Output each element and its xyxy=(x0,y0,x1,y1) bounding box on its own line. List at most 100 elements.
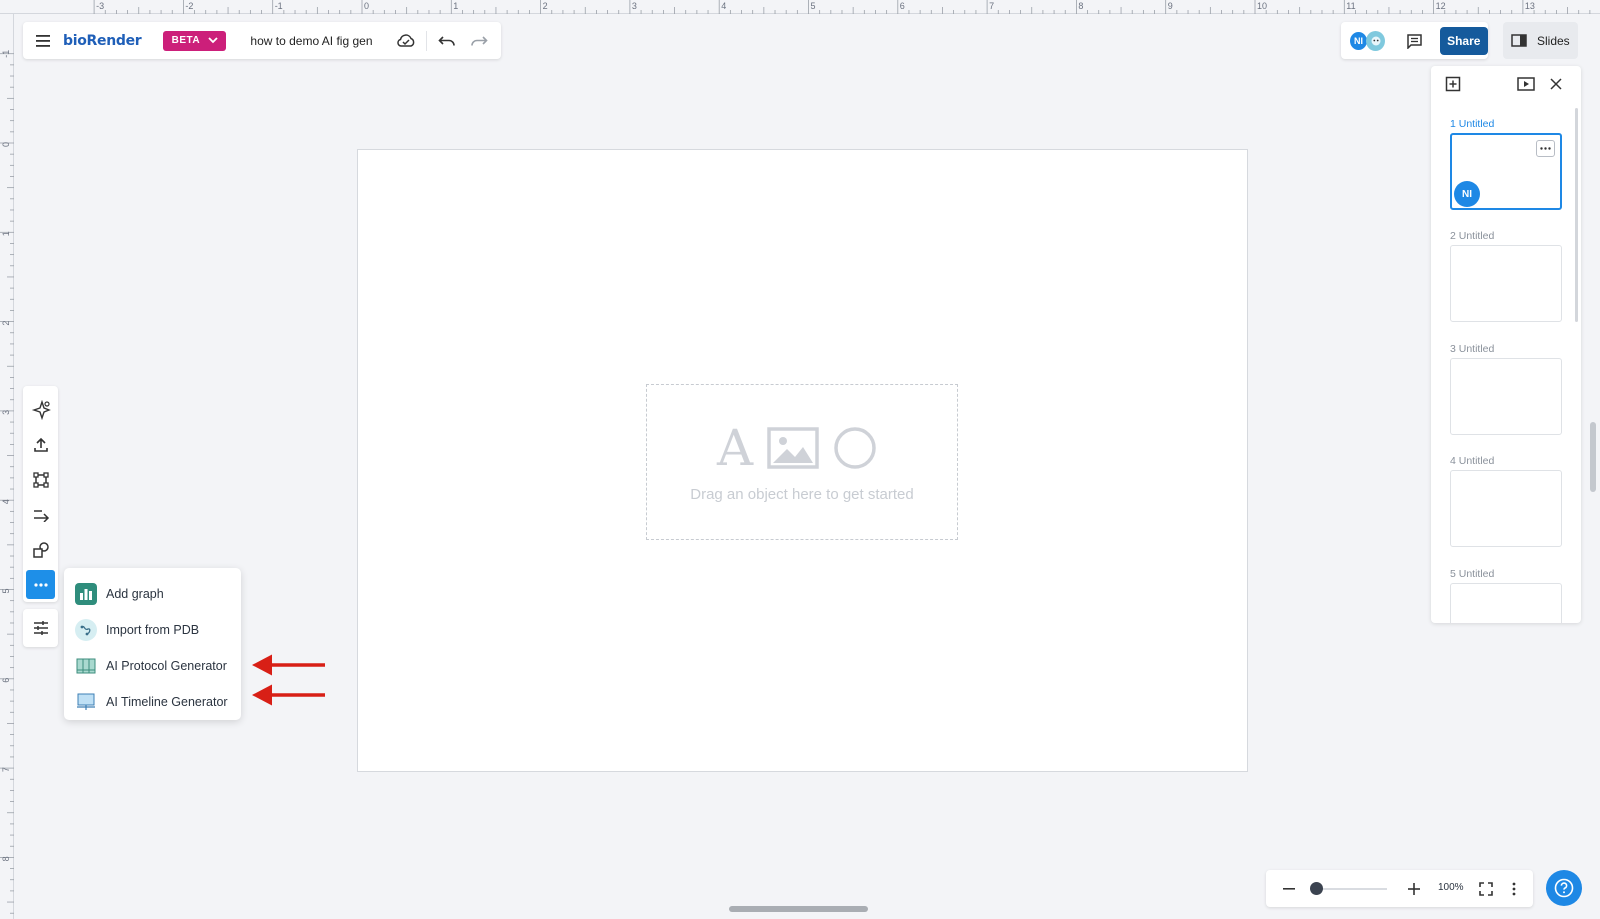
slide-thumbnail[interactable] xyxy=(1450,470,1562,547)
ruler-label: 5 xyxy=(811,1,816,11)
biorender-logo[interactable]: bioRender xyxy=(63,33,142,49)
slide-thumbnail[interactable] xyxy=(1450,358,1562,435)
slide-canvas[interactable]: A Drag an object here to get started xyxy=(357,149,1248,772)
undo-icon[interactable] xyxy=(431,22,463,59)
bar-chart-icon xyxy=(75,583,97,605)
close-icon[interactable] xyxy=(1547,75,1565,93)
ruler-label: 0 xyxy=(1,142,11,147)
slides-toggle-label: Slides xyxy=(1537,33,1570,48)
molecule-icon xyxy=(75,619,97,641)
drop-zone[interactable]: A Drag an object here to get started xyxy=(646,384,958,540)
annotation-arrow-icon xyxy=(252,684,325,706)
collaborator-avatar-icon[interactable] xyxy=(1366,30,1386,51)
ruler-label: 8 xyxy=(1,856,11,861)
slide-item-1[interactable]: 1 Untitled NI xyxy=(1450,118,1562,210)
present-icon[interactable] xyxy=(1517,75,1535,93)
ruler-label: 4 xyxy=(721,1,726,11)
settings-sliders-icon[interactable] xyxy=(23,609,58,647)
ruler-label: 12 xyxy=(1436,1,1446,11)
slide-item-3[interactable]: 3 Untitled xyxy=(1450,343,1562,435)
slides-scrollbar[interactable] xyxy=(1575,108,1578,322)
comments-icon[interactable] xyxy=(1399,22,1429,59)
menu-item-label: Add graph xyxy=(106,587,164,601)
beta-badge[interactable]: BETA xyxy=(163,30,227,51)
menu-item-label: Import from PDB xyxy=(106,623,200,637)
slide-label: 2 Untitled xyxy=(1450,230,1495,242)
slides-panel: 1 Untitled NI 2 Untitled 3 Untitled 4 Un… xyxy=(1431,66,1581,623)
ruler-label: 11 xyxy=(1346,1,1355,11)
ruler-label: 2 xyxy=(543,1,548,11)
drop-zone-icons: A xyxy=(717,423,877,473)
slide-editor-avatar: NI xyxy=(1454,181,1480,207)
slide-label: 4 Untitled xyxy=(1450,455,1495,467)
menu-item-label: AI Timeline Generator xyxy=(106,695,228,709)
collaboration-toolbar: NI Share xyxy=(1341,22,1488,59)
ruler-label: 3 xyxy=(1,410,11,415)
upload-icon[interactable] xyxy=(26,430,55,459)
ruler-label: -1 xyxy=(1,50,11,58)
slide-label: 1 Untitled xyxy=(1450,118,1495,130)
slide-thumbnail[interactable]: NI xyxy=(1450,133,1562,210)
protocol-table-icon xyxy=(75,655,97,677)
add-slide-icon[interactable] xyxy=(1444,75,1462,93)
slide-label: 5 Untitled xyxy=(1450,568,1495,580)
ruler-label: -2 xyxy=(185,1,193,11)
ruler-label: 8 xyxy=(1078,1,1083,11)
ruler-label: 4 xyxy=(1,499,11,504)
slide-item-5[interactable]: 5 Untitled xyxy=(1450,568,1562,623)
ruler-label: 1 xyxy=(1,231,11,236)
shapes-icon[interactable] xyxy=(26,535,55,564)
drop-zone-text: Drag an object here to get started xyxy=(690,486,914,503)
beta-label: BETA xyxy=(171,35,201,46)
zoom-slider-track[interactable] xyxy=(1312,888,1387,890)
slide-item-4[interactable]: 4 Untitled xyxy=(1450,455,1562,547)
menu-icon[interactable] xyxy=(23,22,63,59)
toolbar-divider xyxy=(426,30,428,51)
ruler-label: 6 xyxy=(1,678,11,683)
horizontal-ruler: -3 -2 -1 0 1 2 3 4 5 6 7 8 9 10 11 12 13 xyxy=(0,0,1600,14)
slide-thumbnail[interactable] xyxy=(1450,583,1562,623)
slides-panel-header xyxy=(1431,66,1581,101)
menu-item-ai-timeline-generator[interactable]: AI Timeline Generator xyxy=(64,684,241,720)
ruler-label: 3 xyxy=(632,1,637,11)
zoom-out-icon[interactable] xyxy=(1282,882,1296,896)
cloud-saved-icon[interactable] xyxy=(390,22,422,59)
left-toolbar xyxy=(23,386,58,602)
slide-thumbnail[interactable] xyxy=(1450,245,1562,322)
more-tools-menu: Add graph Import from PDB AI Protocol Ge… xyxy=(64,568,241,720)
zoom-level[interactable]: 100% xyxy=(1438,882,1464,893)
help-icon[interactable] xyxy=(1546,870,1582,906)
shape-placeholder-icon xyxy=(834,427,876,469)
slides-toggle-button[interactable]: Slides xyxy=(1503,22,1578,59)
annotation-arrow-icon xyxy=(252,654,325,676)
horizontal-scrollbar[interactable] xyxy=(729,906,868,912)
page-scrollbar[interactable] xyxy=(1590,422,1596,492)
zoom-controls: 100% xyxy=(1266,870,1533,907)
document-title[interactable]: how to demo AI fig gen xyxy=(250,34,390,48)
zoom-slider-handle[interactable] xyxy=(1309,882,1323,895)
ruler-label: 5 xyxy=(1,588,11,593)
top-toolbar: bioRender BETA how to demo AI fig gen xyxy=(23,22,501,59)
ai-sparkle-icon[interactable] xyxy=(26,395,55,424)
arrow-line-icon[interactable] xyxy=(26,500,55,529)
fit-screen-icon[interactable] xyxy=(1478,881,1494,897)
menu-item-label: AI Protocol Generator xyxy=(106,659,227,673)
ruler-label: 7 xyxy=(1,767,11,772)
frame-icon[interactable] xyxy=(26,465,55,494)
ruler-label: 6 xyxy=(900,1,905,11)
redo-icon[interactable] xyxy=(463,22,495,59)
slide-item-2[interactable]: 2 Untitled xyxy=(1450,230,1562,322)
slides-panel-icon xyxy=(1511,34,1527,47)
ruler-label: 10 xyxy=(1257,1,1267,11)
timeline-icon xyxy=(75,691,97,713)
more-icon[interactable] xyxy=(26,570,55,599)
menu-item-ai-protocol-generator[interactable]: AI Protocol Generator xyxy=(64,648,241,684)
zoom-in-icon[interactable] xyxy=(1407,882,1421,896)
more-options-icon[interactable] xyxy=(1510,881,1518,897)
chevron-down-icon xyxy=(208,37,218,44)
share-button[interactable]: Share xyxy=(1439,26,1488,55)
ruler-label: 9 xyxy=(1168,1,1173,11)
menu-item-import-pdb[interactable]: Import from PDB xyxy=(64,612,241,648)
slide-more-icon[interactable] xyxy=(1536,140,1555,157)
menu-item-add-graph[interactable]: Add graph xyxy=(64,576,241,612)
